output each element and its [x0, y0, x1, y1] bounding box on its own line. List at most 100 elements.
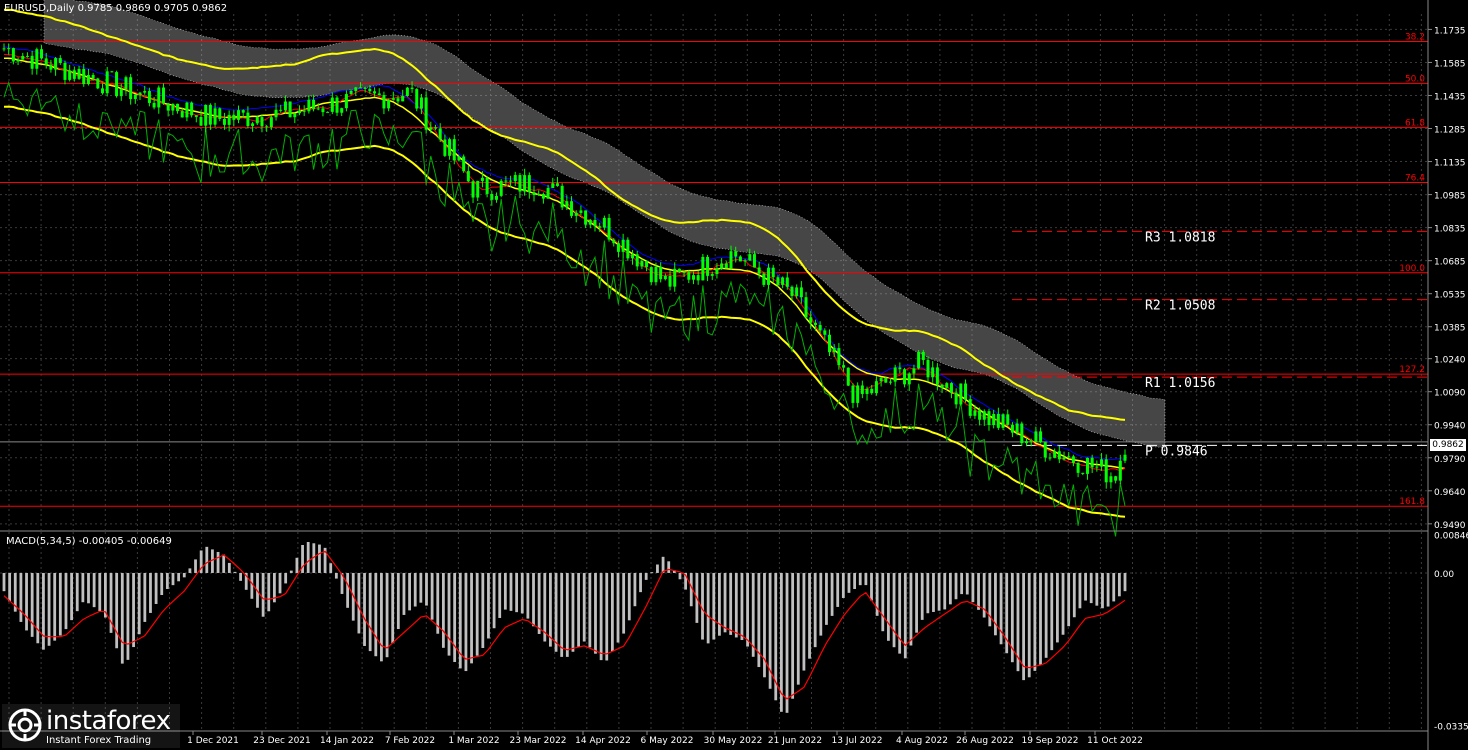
candle-body	[917, 351, 921, 369]
candle-body	[621, 239, 625, 252]
candle-body	[143, 91, 147, 93]
macd-histogram-bar	[103, 572, 107, 618]
candle-body	[1071, 456, 1075, 463]
macd-histogram-bar	[53, 572, 57, 641]
candle-body	[518, 175, 522, 192]
candle-body	[1048, 457, 1052, 459]
candle-body	[91, 75, 95, 79]
macd-histogram-bar	[30, 572, 34, 637]
candle-body	[105, 71, 109, 94]
candle-body	[1001, 414, 1005, 428]
candle-body	[818, 325, 822, 331]
macd-histogram-bar	[599, 572, 603, 661]
instaforex-logo-icon	[8, 708, 42, 742]
macd-histogram-bar	[712, 572, 716, 640]
candle-body	[607, 217, 611, 240]
macd-histogram-bar	[503, 572, 507, 610]
macd-histogram-bar	[667, 561, 671, 573]
macd-histogram-bar	[858, 572, 862, 586]
macd-histogram-bar	[2, 572, 6, 592]
candle-body	[865, 388, 869, 394]
x-tick-label: 21 Jun 2022	[768, 736, 822, 746]
macd-histogram-bar	[487, 572, 490, 639]
macd-histogram-bar	[1072, 572, 1076, 618]
candle-body	[710, 274, 714, 276]
macd-histogram-bar	[188, 568, 192, 573]
candle-body	[1081, 472, 1085, 474]
candle-body	[940, 384, 944, 388]
candle-body	[870, 388, 874, 394]
candle-body	[25, 55, 29, 57]
x-tick-label: 23 Dec 2021	[253, 736, 311, 746]
candle-body	[208, 104, 212, 125]
candle-body	[480, 177, 484, 181]
candle-body	[893, 367, 897, 382]
macd-histogram-bar	[808, 572, 811, 659]
macd-histogram-bar	[960, 572, 964, 595]
candle-body	[129, 77, 133, 100]
candle-body	[682, 272, 686, 274]
candle-body	[626, 239, 630, 259]
candle-body	[77, 68, 81, 79]
macd-histogram	[2, 541, 1127, 713]
macd-histogram-bar	[1061, 572, 1065, 635]
candle-body	[138, 92, 142, 95]
candle-body	[555, 183, 559, 186]
candle-body	[532, 192, 536, 196]
candle-body	[166, 103, 170, 111]
x-tick-label: 26 Aug 2022	[956, 736, 1014, 746]
x-tick-label: 6 May 2022	[641, 736, 694, 746]
candle-body	[419, 97, 423, 109]
candle-body	[110, 71, 114, 73]
candle-body	[903, 369, 907, 385]
candle-body	[377, 93, 381, 96]
macd-histogram-bar	[36, 572, 40, 644]
candle-body	[959, 383, 963, 405]
macd-histogram-bar	[318, 544, 321, 573]
macd-histogram-bar	[385, 572, 389, 658]
candle-body	[935, 367, 939, 385]
candle-body	[279, 109, 283, 111]
candle-body	[748, 254, 752, 261]
instaforex-watermark: instaforex Instant Forex Trading	[2, 704, 180, 748]
macd-histogram-bar	[639, 572, 642, 593]
candle-body	[204, 104, 208, 126]
brand-name: instaforex	[46, 706, 171, 736]
candle-body	[321, 108, 325, 113]
macd-histogram-bar	[205, 546, 209, 573]
macd-histogram-bar	[926, 572, 930, 614]
macd-histogram-bar	[177, 572, 181, 582]
fib-level-label: 76.4	[1405, 173, 1425, 183]
macd-histogram-bar	[194, 559, 197, 573]
fib-level-label: 61.8	[1405, 118, 1425, 128]
candle-body	[926, 359, 930, 378]
candle-body	[846, 367, 850, 386]
macd-y-tick-label: 0.00846	[1434, 531, 1468, 541]
candle-body	[945, 383, 949, 388]
candle-body	[884, 377, 888, 383]
candle-body	[1076, 462, 1080, 473]
candle-body	[1123, 454, 1127, 461]
macd-histogram-bar	[425, 572, 428, 606]
x-tick-label: 1 Mar 2022	[448, 736, 499, 746]
candle-body	[631, 254, 635, 259]
macd-histogram-bar	[841, 572, 845, 598]
macd-histogram-bar	[81, 572, 85, 603]
macd-histogram-bar	[306, 541, 310, 573]
candle-body	[7, 48, 11, 50]
macd-histogram-bar	[481, 572, 485, 648]
macd-histogram-bar	[165, 572, 169, 589]
macd-histogram-bar	[222, 554, 226, 573]
macd-histogram-bar	[261, 572, 265, 617]
candle-body	[738, 256, 742, 262]
candle-body	[115, 72, 119, 97]
x-tick-label: 19 Sep 2022	[1021, 736, 1078, 746]
macd-histogram-bar	[413, 572, 417, 607]
candle-body	[391, 98, 395, 100]
candle-body	[157, 87, 161, 108]
candle-body	[1053, 451, 1057, 458]
macd-histogram-bar	[368, 572, 372, 652]
candle-body	[274, 109, 278, 118]
y-tick-label: 1.1435	[1434, 92, 1466, 102]
candle-body	[227, 114, 231, 125]
